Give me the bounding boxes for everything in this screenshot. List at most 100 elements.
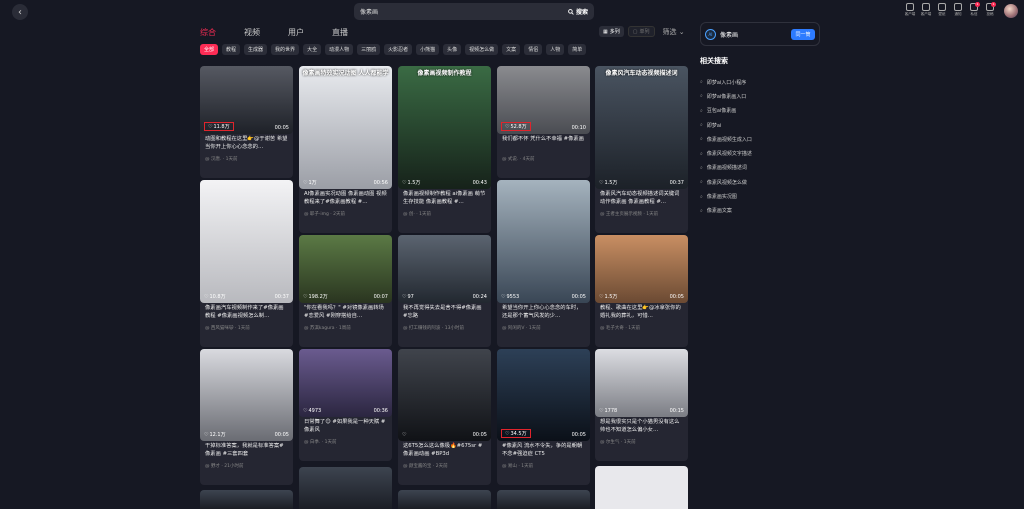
video-description[interactable]: 干掉标准答案，我就是标准答案#像素画 #三套四套 (205, 442, 288, 458)
chip[interactable]: 文案 (502, 44, 521, 55)
related-search-item[interactable]: ⌕ 像素风视频怎么做 (700, 175, 752, 189)
video-author-line[interactable]: @ 创· · 1天前 (403, 211, 486, 217)
chip[interactable]: 动漫人物 (325, 44, 354, 55)
video-description[interactable]: 日常舞了😊 #如果我是一种天赋 #像素风 (304, 418, 387, 434)
chip[interactable]: 大全 (303, 44, 322, 55)
video-card-partial[interactable] (200, 490, 293, 509)
video-description[interactable]: 这6T5怎么这么像极🔥#675sr #像素画动画 #BP3d (403, 442, 486, 458)
user-avatar[interactable] (1004, 4, 1018, 18)
chip[interactable]: 视频怎么做 (465, 44, 499, 55)
video-thumbnail[interactable]: ♡ 34.5万 00:05 (497, 349, 590, 441)
video-description[interactable]: 想是我很实只是个小猫男没有这么帅也不知道怎么偏小女… (600, 418, 683, 434)
video-description[interactable]: "你在看我吗？" #对镜像素画转场 #恋爱风 #刚穿搭给自… (304, 304, 387, 320)
video-card[interactable]: ♡ 11.8万 00:05 动图和教程在这里👉@于谢苦 希望当你开上你心心念念的…… (200, 66, 293, 178)
related-search-item[interactable]: ⌕ 即梦ai入口小程序 (700, 75, 752, 89)
single-view-button[interactable]: ▢ 单列 (627, 26, 655, 37)
video-description[interactable]: 希望当你开上你心心念念的车时，还是那个蓄气风发的少… (502, 304, 585, 320)
video-card[interactable]: ♡ 9553 00:05 希望当你开上你心心念念的车时，还是那个蓄气风发的少… @… (497, 180, 590, 347)
top-icon-client[interactable]: 客户端 (902, 3, 918, 17)
video-thumbnail[interactable]: ♡ 97 00:24 (398, 235, 491, 303)
video-thumbnail[interactable]: ♡ 10.8万 00:37 (200, 180, 293, 303)
video-author-line[interactable]: @ 野才 · 21小时前 (205, 463, 288, 469)
video-author-line[interactable]: @ 毛子大奇 · 1天前 (600, 325, 683, 331)
video-thumbnail[interactable]: ♡ 4973 00:36 (299, 349, 392, 417)
video-thumbnail[interactable]: ♡ 1778 00:15 (595, 349, 688, 417)
grid-view-button[interactable]: ▦ 多列 (599, 26, 624, 37)
chip[interactable]: 火影忍者 (384, 44, 413, 55)
video-card-partial[interactable] (299, 467, 392, 509)
video-description[interactable]: AI像素画实况动图 像素画动图 视频教程来了#像素画教程 #… (304, 190, 387, 206)
video-thumbnail[interactable]: ♡ 11.8万 00:05 (200, 66, 293, 134)
video-description[interactable]: 我们都不怀 凭什么不幸福 #像素画 (502, 135, 585, 151)
video-thumbnail[interactable]: ♡ 9553 00:05 (497, 180, 590, 303)
related-search-item[interactable]: ⌕ 像素画视频描述词 (700, 161, 752, 175)
top-icon-notify[interactable]: 通知 (950, 3, 966, 17)
video-thumbnail[interactable]: 像素画视频制作教程 ♡ 1.5万 00:43 (398, 66, 491, 189)
related-search-item[interactable]: ⌕ 像素画实况图 (700, 189, 752, 203)
video-thumbnail[interactable]: ♡ 12.1万 00:05 (200, 349, 293, 441)
video-description[interactable]: 我不再觉得失去是舍不得#像素画 #忘路 (403, 304, 486, 320)
video-author-line[interactable]: @ 易山 · 1天前 (502, 463, 585, 469)
top-icon-upload[interactable]: 1 投稿 (982, 2, 998, 17)
top-icon-message[interactable]: 1 私信 (966, 2, 982, 17)
video-description[interactable]: 像素画视频制作教程 ai像素画 萌节生存技能 像素画教程 #… (403, 190, 486, 206)
related-search-item[interactable]: ⌕ 像素画文案 (700, 204, 752, 218)
search-input[interactable]: 像素画 (360, 7, 568, 16)
video-card-partial[interactable] (497, 490, 590, 509)
video-card-partial[interactable] (595, 466, 688, 509)
video-card[interactable]: ♡ 1778 00:15 想是我很实只是个小猫男没有这么帅也不知道怎么偏小女… @… (595, 349, 688, 461)
video-thumbnail[interactable]: ♡ 52.8万 00:10 (497, 66, 590, 134)
video-card[interactable]: ♡ 12.1万 00:05 干掉标准答案，我就是标准答案#像素画 #三套四套 @ … (200, 349, 293, 485)
video-card[interactable]: 像素风汽车动态视频描述词 ♡ 1.5万 00:37 像素风汽车动态视频描述词关键词… (595, 66, 688, 233)
video-card[interactable]: ♡ 4973 00:36 日常舞了😊 #如果我是一种天赋 #像素风 @ 白季. ·… (299, 349, 392, 461)
related-search-item[interactable]: ⌕ 即梦ai (700, 118, 752, 132)
video-thumbnail[interactable]: 像素风汽车动态视频描述词 ♡ 1.5万 00:37 (595, 66, 688, 189)
chip[interactable]: 简单 (568, 44, 587, 55)
search-bar[interactable]: 像素画 搜索 (354, 3, 594, 20)
chip[interactable]: 头像 (443, 44, 462, 55)
chip[interactable]: 人物 (546, 44, 565, 55)
video-description[interactable]: 像素风汽车动态视频描述词关键词动作像素画 像素画教程 #… (600, 190, 683, 206)
video-author-line[interactable]: @ 西风猫咪😺 · 1天前 (205, 325, 288, 331)
video-author-line[interactable]: @ 尔生气 · 1天前 (600, 439, 683, 445)
top-icon-wallpaper[interactable]: 壁纸 (934, 3, 950, 17)
video-card[interactable]: ♡ 00:05 这6T5怎么这么像极🔥#675sr #像素画动画 #BP3d @… (398, 349, 491, 485)
tab-comprehensive[interactable]: 综合 (200, 27, 244, 38)
video-card[interactable]: 像素画视频制作教程 ♡ 1.5万 00:43 像素画视频制作教程 ai像素画 萌节… (398, 66, 491, 233)
video-card[interactable]: ♡ 10.8万 00:37 像素画汽车视频制作来了#像素画教程 #像素画视频怎么制… (200, 180, 293, 347)
tab-user[interactable]: 用户 (288, 27, 332, 38)
video-description[interactable]: 动图和教程在这里👉@于谢苦 希望当你开上你心心念念的… (205, 135, 288, 151)
video-thumbnail[interactable]: ♡ 1.5万 00:05 (595, 235, 688, 303)
filter-button[interactable]: 筛选 ⌄ (663, 27, 685, 37)
video-author-line[interactable]: @ 打工赚钱的阿波 · 13小时前 (403, 325, 486, 331)
chip[interactable]: 小熊猫 (416, 44, 440, 55)
tab-video[interactable]: 视频 (244, 27, 288, 38)
chip[interactable]: 教程 (222, 44, 241, 55)
tab-live[interactable]: 直播 (332, 27, 376, 38)
video-author-line[interactable]: @ 王者主页展示视频 · 1天前 (600, 211, 683, 217)
video-author-line[interactable]: @ 式说. · 4天前 (502, 156, 585, 162)
chip[interactable]: 生成器 (244, 44, 268, 55)
video-card[interactable]: ♡ 198.2万 00:07 "你在看我吗？" #对镜像素画转场 #恋爱风 #刚穿… (299, 235, 392, 347)
chip[interactable]: 情侣 (524, 44, 543, 55)
video-description[interactable]: #像素风 流水不令失，争的是朝朝不念#强迫症 CT5 (502, 442, 585, 458)
video-description[interactable]: 像素画汽车视频制作来了#像素画教程 #像素画视频怎么制… (205, 304, 288, 320)
chip[interactable]: 我的世界 (271, 44, 300, 55)
related-search-item[interactable]: ⌕ 像素风视频文字描述 (700, 146, 752, 160)
top-icon-download[interactable]: 客户端 (918, 3, 934, 17)
video-card[interactable]: ♡ 34.5万 00:05 #像素风 流水不令失，争的是朝朝不念#强迫症 CT5 … (497, 349, 590, 485)
video-description[interactable]: 教程、歌曲在这里👉@冰拿张你的婚礼我的葬礼，可惜… (600, 304, 683, 320)
chip[interactable]: 三丽鸥 (357, 44, 381, 55)
search-button[interactable]: 搜索 (568, 7, 588, 16)
video-thumbnail[interactable]: ♡ 198.2万 00:07 (299, 235, 392, 303)
video-card[interactable]: ♡ 52.8万 00:10 我们都不怀 凭什么不幸福 #像素画 @ 式说. · 4… (497, 66, 590, 178)
video-author-line[interactable]: @ 汉唐. · 1天前 (205, 156, 288, 162)
video-card-partial[interactable] (398, 490, 491, 509)
video-author-line[interactable]: @ 苏淇kagura · 1周前 (304, 325, 387, 331)
related-search-item[interactable]: ⌕ 像素画视频生成入口 (700, 132, 752, 146)
video-author-line[interactable]: @ 耶子·img · 2天前 (304, 211, 387, 217)
video-card[interactable]: ♡ 1.5万 00:05 教程、歌曲在这里👉@冰拿张你的婚礼我的葬礼，可惜… @ … (595, 235, 688, 347)
related-search-item[interactable]: ⌕ 即梦ai像素画入口 (700, 89, 752, 103)
back-button[interactable]: ‹ (12, 4, 28, 20)
video-author-line[interactable]: @ 阿闲的V · 1天前 (502, 325, 585, 331)
